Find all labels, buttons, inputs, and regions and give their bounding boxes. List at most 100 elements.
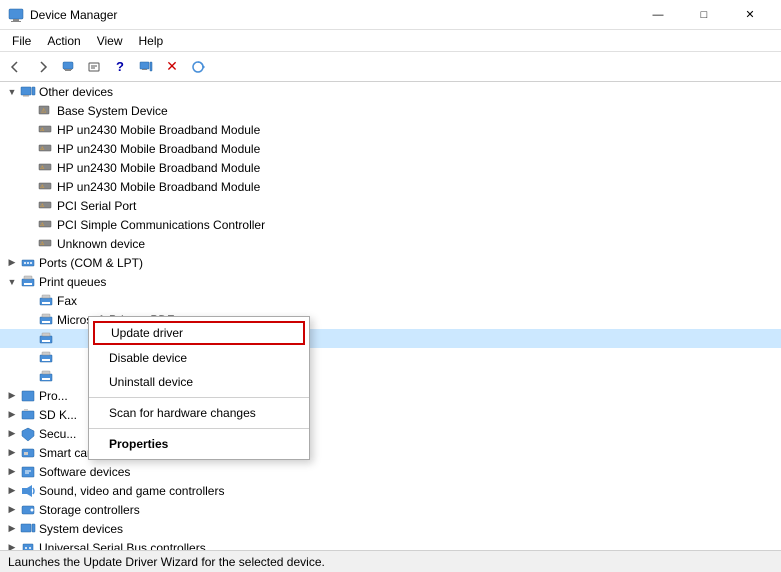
tree-item-base-system[interactable]: ⚠ Base System Device	[0, 101, 781, 120]
svg-text:⚠: ⚠	[40, 165, 45, 171]
sound-label: Sound, video and game controllers	[39, 484, 224, 498]
context-menu: Update driver Disable device Uninstall d…	[88, 316, 310, 460]
tree-item-pci-simple[interactable]: ⚠ PCI Simple Communications Controller	[0, 215, 781, 234]
expand-icon[interactable]: ▼	[4, 84, 20, 100]
other-devices-label: Other devices	[39, 85, 113, 99]
svg-text:⚠: ⚠	[40, 241, 45, 247]
ctx-update-driver[interactable]: Update driver	[93, 321, 305, 345]
hp2-icon: ⚠	[38, 141, 54, 157]
svg-text:⚠: ⚠	[40, 203, 45, 209]
sdk-icon	[20, 407, 36, 423]
tree-item-hp3[interactable]: ⚠ HP un2430 Mobile Broadband Module	[0, 158, 781, 177]
system-label: System devices	[39, 522, 123, 536]
pci-serial-label: PCI Serial Port	[57, 199, 136, 213]
security-label: Secu...	[39, 427, 76, 441]
main-area: ▼ Other devices ⚠ Base System Device	[0, 82, 781, 550]
software-label: Software devices	[39, 465, 130, 479]
system-icon	[20, 521, 36, 537]
tree-item-hp2[interactable]: ⚠ HP un2430 Mobile Broadband Module	[0, 139, 781, 158]
ports-icon	[20, 255, 36, 271]
tree-item-system[interactable]: ▶ System devices	[0, 519, 781, 538]
hp4-icon: ⚠	[38, 179, 54, 195]
sound-icon	[20, 483, 36, 499]
hp3-label: HP un2430 Mobile Broadband Module	[57, 161, 260, 175]
pro-icon	[20, 388, 36, 404]
hp2-label: HP un2430 Mobile Broadband Module	[57, 142, 260, 156]
toolbar-back[interactable]	[4, 55, 28, 79]
software-icon	[20, 464, 36, 480]
tree-item-sound[interactable]: ▶ Sound, video and game controllers	[0, 481, 781, 500]
other-devices-icon	[20, 84, 36, 100]
storage-label: Storage controllers	[39, 503, 140, 517]
svg-text:⚠: ⚠	[40, 146, 45, 152]
tree-item-fax[interactable]: Fax	[0, 291, 781, 310]
device-tree[interactable]: ▼ Other devices ⚠ Base System Device	[0, 82, 781, 550]
close-button[interactable]: ✕	[727, 0, 773, 30]
ctx-separator-1	[89, 397, 309, 398]
ms-pdf-icon	[38, 312, 54, 328]
maximize-button[interactable]: □	[681, 0, 727, 30]
tree-item-unknown[interactable]: ⚠ Unknown device	[0, 234, 781, 253]
usb-icon	[20, 540, 36, 551]
ctx-separator-2	[89, 428, 309, 429]
sdk-label: SD K...	[39, 408, 77, 422]
title-bar: Device Manager — □ ✕	[0, 0, 781, 30]
hp1-icon: ⚠	[38, 122, 54, 138]
svg-text:⚠: ⚠	[41, 107, 47, 114]
printer1-label	[57, 332, 60, 346]
ctx-scan-hardware[interactable]: Scan for hardware changes	[89, 401, 309, 425]
minimize-button[interactable]: —	[635, 0, 681, 30]
toolbar-remove[interactable]: ✕	[160, 55, 184, 79]
window-controls: — □ ✕	[635, 0, 773, 30]
pci-simple-icon: ⚠	[38, 217, 54, 233]
fax-label: Fax	[57, 294, 77, 308]
tree-item-usb[interactable]: ▶ Universal Serial Bus controllers	[0, 538, 781, 550]
menu-file[interactable]: File	[4, 32, 39, 50]
status-text: Launches the Update Driver Wizard for th…	[8, 555, 325, 569]
toolbar-help[interactable]: ?	[108, 55, 132, 79]
toolbar-monitor[interactable]	[134, 55, 158, 79]
tree-item-hp4[interactable]: ⚠ HP un2430 Mobile Broadband Module	[0, 177, 781, 196]
printer3-label	[57, 370, 60, 384]
toolbar-scan[interactable]	[186, 55, 210, 79]
unknown-icon: ⚠	[38, 236, 54, 252]
menu-action[interactable]: Action	[39, 32, 88, 50]
tree-item-software[interactable]: ▶ Software devices	[0, 462, 781, 481]
status-bar: Launches the Update Driver Wizard for th…	[0, 550, 781, 572]
ctx-uninstall-device[interactable]: Uninstall device	[89, 370, 309, 394]
tree-item-other-devices[interactable]: ▼ Other devices	[0, 82, 781, 101]
menu-help[interactable]: Help	[131, 32, 172, 50]
svg-text:⚠: ⚠	[40, 222, 45, 228]
printer1-icon	[38, 331, 54, 347]
toolbar-forward[interactable]	[30, 55, 54, 79]
window-title: Device Manager	[30, 8, 635, 22]
svg-text:⚠: ⚠	[40, 184, 45, 190]
app-icon	[8, 7, 24, 23]
hp4-label: HP un2430 Mobile Broadband Module	[57, 180, 260, 194]
printer2-icon	[38, 350, 54, 366]
menu-bar: File Action View Help	[0, 30, 781, 52]
ctx-disable-device[interactable]: Disable device	[89, 346, 309, 370]
security-icon	[20, 426, 36, 442]
expand-spacer	[22, 103, 38, 119]
tree-item-hp1[interactable]: ⚠ HP un2430 Mobile Broadband Module	[0, 120, 781, 139]
print-queues-label: Print queues	[39, 275, 106, 289]
pci-simple-label: PCI Simple Communications Controller	[57, 218, 265, 232]
ports-label: Ports (COM & LPT)	[39, 256, 143, 270]
menu-view[interactable]: View	[89, 32, 131, 50]
toolbar-properties[interactable]	[82, 55, 106, 79]
tree-item-pci-serial[interactable]: ⚠ PCI Serial Port	[0, 196, 781, 215]
tree-item-ports[interactable]: ▶ Ports (COM & LPT)	[0, 253, 781, 272]
printer3-icon	[38, 369, 54, 385]
ctx-properties[interactable]: Properties	[89, 432, 309, 456]
hp3-icon: ⚠	[38, 160, 54, 176]
tree-item-print-queues[interactable]: ▼ Print queues	[0, 272, 781, 291]
storage-icon	[20, 502, 36, 518]
tree-item-storage[interactable]: ▶ Storage controllers	[0, 500, 781, 519]
usb-label: Universal Serial Bus controllers	[39, 541, 206, 551]
svg-text:⚠: ⚠	[40, 127, 45, 133]
toolbar-up[interactable]	[56, 55, 80, 79]
unknown-label: Unknown device	[57, 237, 145, 251]
base-system-label: Base System Device	[57, 104, 168, 118]
printer2-label	[57, 351, 60, 365]
